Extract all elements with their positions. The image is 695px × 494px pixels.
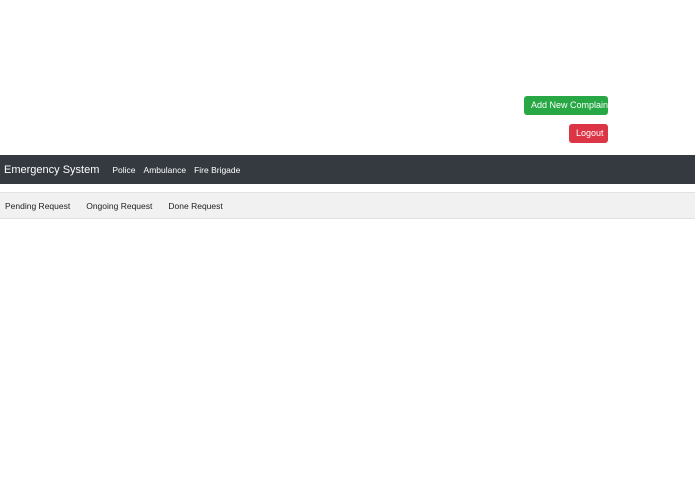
nav-link-police[interactable]: Police — [112, 165, 135, 175]
navbar-brand[interactable]: Emergency System — [4, 164, 99, 176]
tab-pending-request[interactable]: Pending Request — [5, 201, 70, 211]
logout-button[interactable]: Logout — [569, 124, 608, 143]
main-navbar: Emergency System Police Ambulance Fire B… — [0, 155, 695, 184]
add-new-complain-button[interactable]: Add New Complain — [524, 96, 608, 115]
request-tabs: Pending Request Ongoing Request Done Req… — [0, 192, 695, 219]
nav-link-fire-brigade[interactable]: Fire Brigade — [194, 165, 240, 175]
tab-done-request[interactable]: Done Request — [168, 201, 222, 211]
tab-ongoing-request[interactable]: Ongoing Request — [86, 201, 152, 211]
nav-link-ambulance[interactable]: Ambulance — [144, 165, 187, 175]
